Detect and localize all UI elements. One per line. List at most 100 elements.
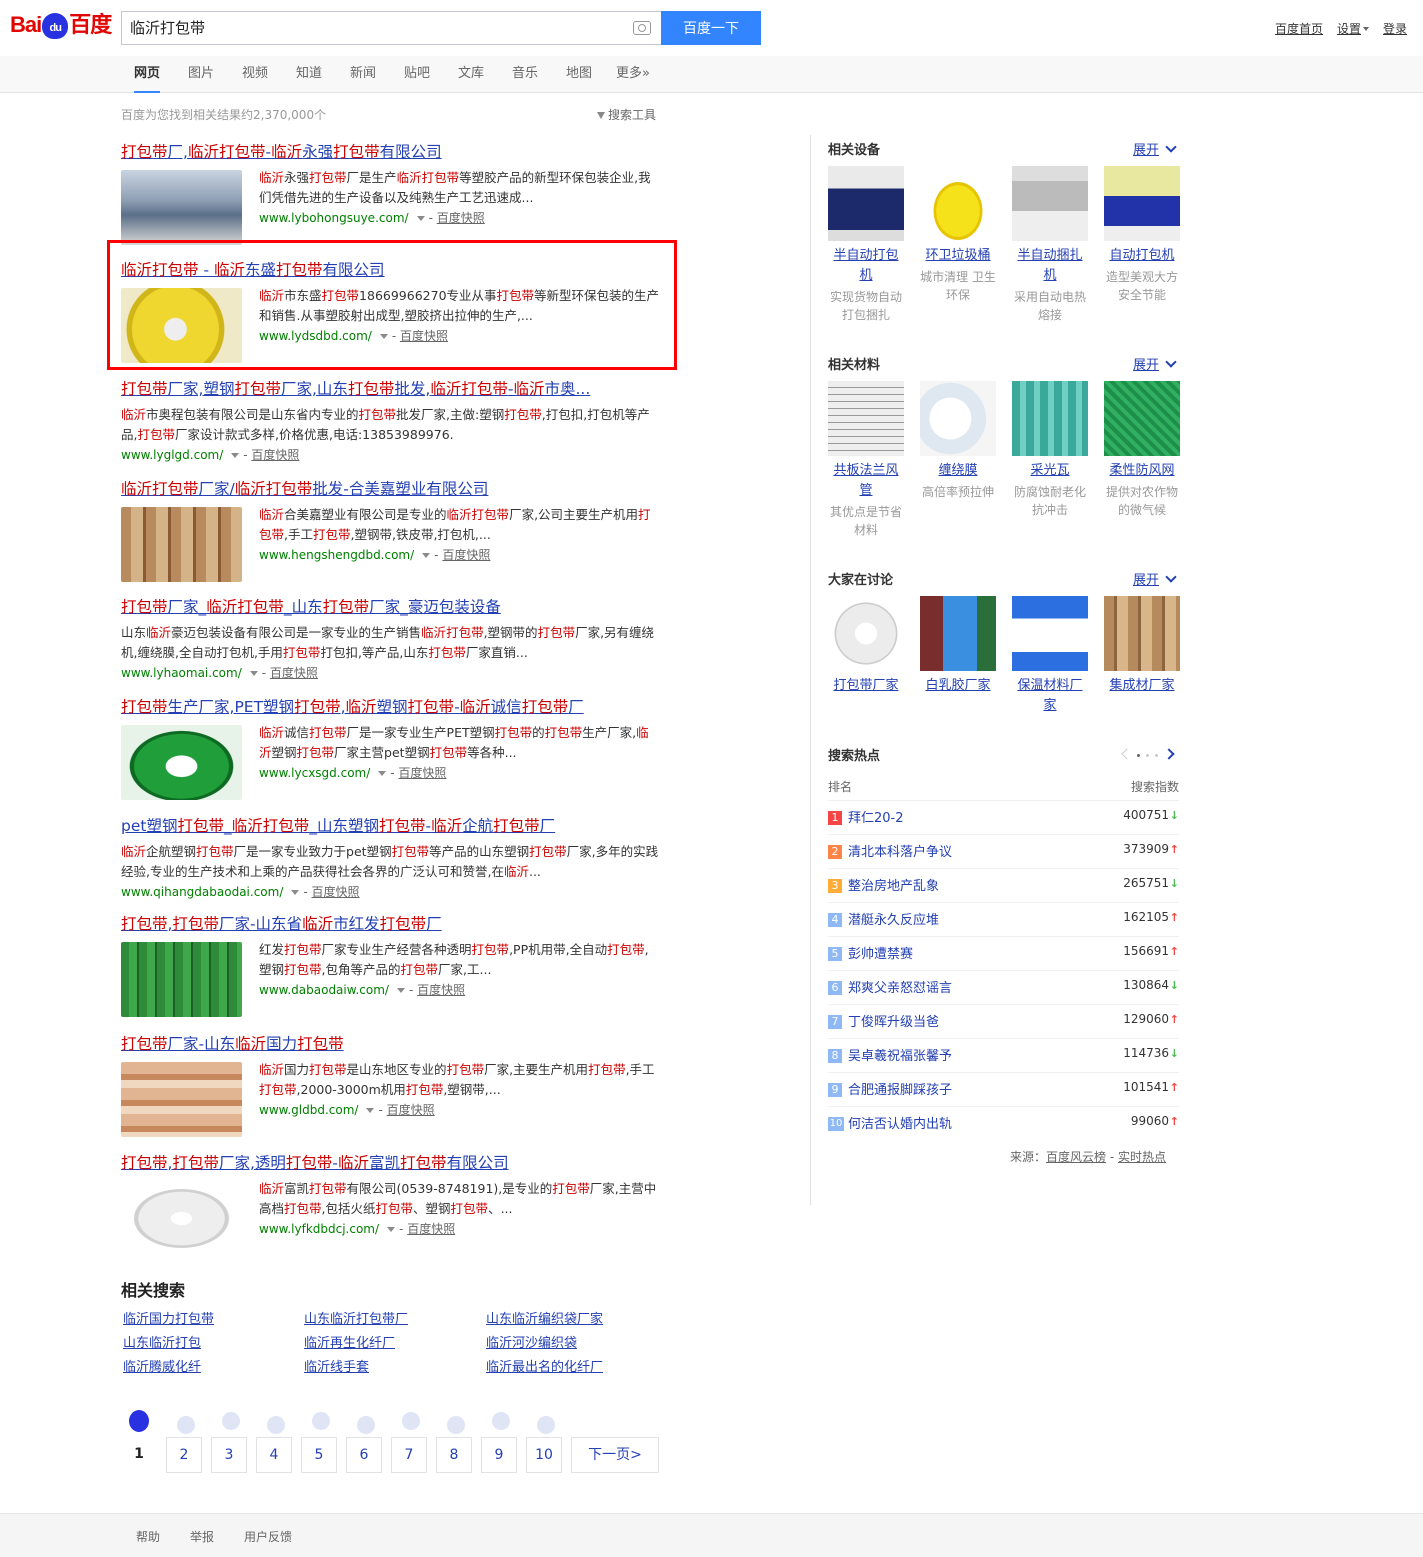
related-search-link[interactable]: 临沂最出名的化纤厂 <box>486 1356 603 1375</box>
card-name-link[interactable]: 保温材料厂家 <box>1012 676 1088 716</box>
chevron-left-icon[interactable] <box>1121 748 1133 760</box>
tab-map[interactable]: 地图 <box>566 56 592 93</box>
dropdown-caret-icon[interactable] <box>416 216 425 221</box>
hot-search-row[interactable]: 1 拜仁20-2 400751 ↓ <box>828 800 1179 834</box>
result-title-link[interactable]: 打包带厂家-山东临沂国力打包带 <box>121 1034 661 1054</box>
related-search-link[interactable]: 山东临沂编织袋厂家 <box>486 1308 603 1327</box>
related-search-link[interactable]: 临沂线手套 <box>304 1356 369 1375</box>
card-image[interactable] <box>1012 166 1088 241</box>
hot-search-link[interactable]: 清北本科落户争议 <box>848 841 952 860</box>
dropdown-caret-icon[interactable] <box>231 453 240 458</box>
hot-search-row[interactable]: 5 彭帅遭禁赛 156691 ↑ <box>828 936 1179 970</box>
next-page-button[interactable]: 下一页> <box>571 1437 659 1473</box>
related-card[interactable]: 自动打包机 造型美观大方安全节能 <box>1104 166 1180 304</box>
hot-search-link[interactable]: 何洁否认婚内出轨 <box>848 1113 952 1132</box>
card-name-link[interactable]: 柔性防风网 <box>1104 461 1180 481</box>
related-search-link[interactable]: 临沂国力打包带 <box>123 1308 214 1327</box>
tab-wenku[interactable]: 文库 <box>458 56 484 93</box>
result-title-link[interactable]: 临沂打包带厂家/临沂打包带批发-合美嘉塑业有限公司 <box>121 479 661 499</box>
result-url[interactable]: www.lyfkdbdcj.com/- 百度快照 <box>259 1219 661 1239</box>
card-image[interactable] <box>1104 166 1180 241</box>
related-card[interactable]: 白乳胶厂家 <box>920 596 996 696</box>
related-search-link[interactable]: 山东临沂打包带厂 <box>304 1308 408 1327</box>
hot-search-link[interactable]: 潜艇永久反应堆 <box>848 909 939 928</box>
report-link[interactable]: 举报 <box>190 1528 214 1545</box>
related-search-link[interactable]: 临沂腾威化纤 <box>123 1356 201 1375</box>
result-title-link[interactable]: 打包带生产厂家,PET塑钢打包带,临沂塑钢打包带-临沂诚信打包带厂 <box>121 697 661 717</box>
result-title-link[interactable]: 打包带,打包带厂家-山东省临沂市红发打包带厂 <box>121 914 661 934</box>
snapshot-link[interactable]: 百度快照 <box>417 983 465 997</box>
related-card[interactable]: 环卫垃圾桶 城市清理 卫生环保 <box>920 166 996 304</box>
result-url[interactable]: www.dabaodaiw.com/- 百度快照 <box>259 980 661 1000</box>
hot-search-link[interactable]: 丁俊晖升级当爸 <box>848 1011 939 1030</box>
tab-music[interactable]: 音乐 <box>512 56 538 93</box>
tab-zhidao[interactable]: 知道 <box>296 56 322 93</box>
tab-images[interactable]: 图片 <box>188 56 214 93</box>
search-box[interactable]: 临沂打包带 <box>121 11 661 45</box>
result-url[interactable]: www.hengshengdbd.com/- 百度快照 <box>259 545 661 565</box>
search-input[interactable]: 临沂打包带 <box>130 12 205 44</box>
login-link[interactable]: 登录 <box>1383 22 1407 36</box>
help-link[interactable]: 帮助 <box>136 1528 160 1545</box>
result-thumbnail[interactable] <box>121 1062 242 1137</box>
dropdown-caret-icon[interactable] <box>378 771 387 776</box>
snapshot-link[interactable]: 百度快照 <box>312 885 360 899</box>
snapshot-link[interactable]: 百度快照 <box>398 766 446 780</box>
hot-search-link[interactable]: 吴卓羲祝福张馨予 <box>848 1045 952 1064</box>
hot-search-row[interactable]: 9 合肥通报脚踩孩子 101541 ↑ <box>828 1072 1179 1106</box>
card-image[interactable] <box>920 381 996 456</box>
snapshot-link[interactable]: 百度快照 <box>407 1222 455 1236</box>
card-name-link[interactable]: 采光瓦 <box>1012 461 1088 481</box>
page-number[interactable]: 4 <box>256 1437 292 1473</box>
card-name-link[interactable]: 环卫垃圾桶 <box>920 246 996 266</box>
related-card[interactable]: 集成材厂家 <box>1104 596 1180 696</box>
related-search-link[interactable]: 临沂再生化纤厂 <box>304 1332 395 1351</box>
card-name-link[interactable]: 半自动捆扎机 <box>1012 246 1088 286</box>
baidu-logo[interactable]: Bai du 百度 <box>10 8 112 42</box>
snapshot-link[interactable]: 百度快照 <box>387 1103 435 1117</box>
card-image[interactable] <box>920 166 996 241</box>
result-thumbnail[interactable] <box>121 1181 242 1256</box>
result-url[interactable]: www.lyhaomai.com/- 百度快照 <box>121 663 661 683</box>
result-url[interactable]: www.gldbd.com/- 百度快照 <box>259 1100 661 1120</box>
hot-search-link[interactable]: 郑爽父亲怒怼谣言 <box>848 977 952 996</box>
result-url[interactable]: www.lycxsgd.com/- 百度快照 <box>259 763 661 783</box>
card-image[interactable] <box>828 166 904 241</box>
result-url[interactable]: www.lyglgd.com/- 百度快照 <box>121 445 661 465</box>
page-number[interactable]: 5 <box>301 1437 337 1473</box>
result-thumbnail[interactable] <box>121 942 242 1017</box>
result-url[interactable]: www.lybohongsuye.com/- 百度快照 <box>259 208 661 228</box>
card-name-link[interactable]: 打包带厂家 <box>828 676 904 696</box>
tab-more[interactable]: 更多» <box>616 56 650 93</box>
related-card[interactable]: 柔性防风网 提供对农作物的微气候 <box>1104 381 1180 519</box>
card-name-link[interactable]: 自动打包机 <box>1104 246 1180 266</box>
tab-tieba[interactable]: 贴吧 <box>404 56 430 93</box>
card-image[interactable] <box>1012 381 1088 456</box>
result-title-link[interactable]: 打包带厂家,塑钢打包带厂家,山东打包带批发,临沂打包带-临沂市奥... <box>121 379 661 399</box>
hot-search-link[interactable]: 合肥通报脚踩孩子 <box>848 1079 952 1098</box>
snapshot-link[interactable]: 百度快照 <box>251 448 299 462</box>
card-image[interactable] <box>828 381 904 456</box>
dropdown-caret-icon[interactable] <box>387 1227 396 1232</box>
chevron-right-icon[interactable] <box>1163 748 1175 760</box>
tab-news[interactable]: 新闻 <box>350 56 376 93</box>
hot-search-row[interactable]: 7 丁俊晖升级当爸 129060 ↑ <box>828 1004 1179 1038</box>
dropdown-caret-icon[interactable] <box>249 671 258 676</box>
result-title-link[interactable]: 打包带,打包带厂家,透明打包带-临沂富凯打包带有限公司 <box>121 1153 661 1173</box>
page-number[interactable]: 7 <box>391 1437 427 1473</box>
source-link-fengyunbang[interactable]: 百度风云榜 <box>1046 1150 1106 1164</box>
related-card[interactable]: 保温材料厂家 <box>1012 596 1088 716</box>
feedback-link[interactable]: 用户反馈 <box>244 1528 292 1545</box>
hot-search-row[interactable]: 2 清北本科落户争议 373909 ↑ <box>828 834 1179 868</box>
card-image[interactable] <box>1012 596 1088 671</box>
snapshot-link[interactable]: 百度快照 <box>437 211 485 225</box>
result-url[interactable]: www.qihangdabaodai.com/- 百度快照 <box>121 882 661 902</box>
hot-search-link[interactable]: 拜仁20-2 <box>848 807 904 826</box>
search-tools[interactable]: 搜索工具 <box>597 106 656 123</box>
tab-video[interactable]: 视频 <box>242 56 268 93</box>
home-link[interactable]: 百度首页 <box>1275 22 1323 36</box>
card-name-link[interactable]: 共板法兰风管 <box>828 461 904 501</box>
search-button[interactable]: 百度一下 <box>661 11 761 45</box>
related-card[interactable]: 缠绕膜 高倍率预拉伸 <box>920 381 996 501</box>
hot-search-row[interactable]: 8 吴卓羲祝福张馨予 114736 ↓ <box>828 1038 1179 1072</box>
